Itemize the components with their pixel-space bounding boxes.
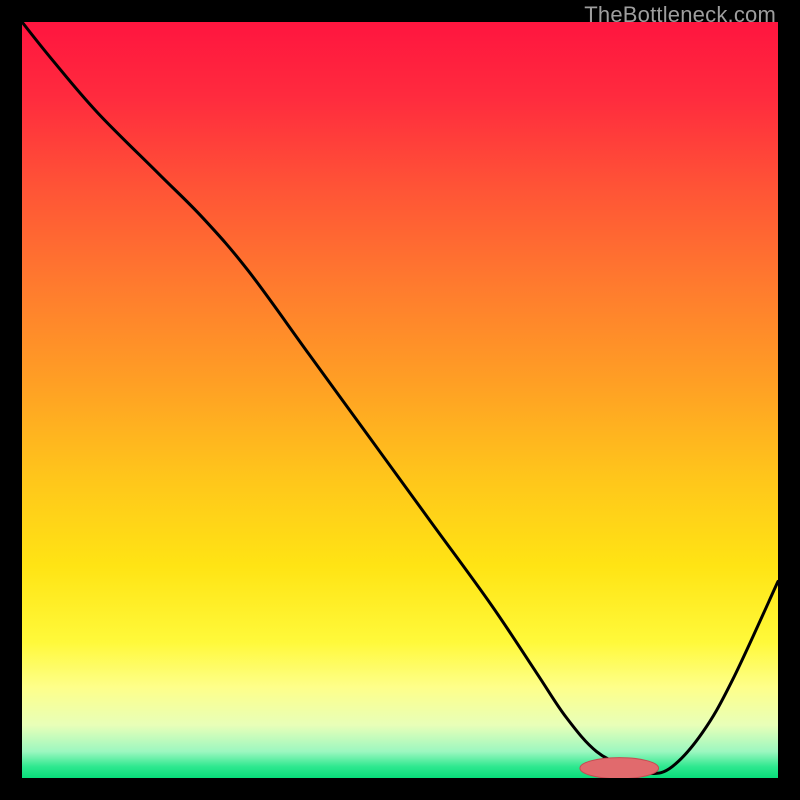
bottleneck-chart [22, 22, 778, 778]
heatmap-background [22, 22, 778, 778]
optimal-marker [580, 758, 659, 778]
watermark-text: TheBottleneck.com [584, 2, 776, 28]
chart-frame [22, 22, 778, 778]
